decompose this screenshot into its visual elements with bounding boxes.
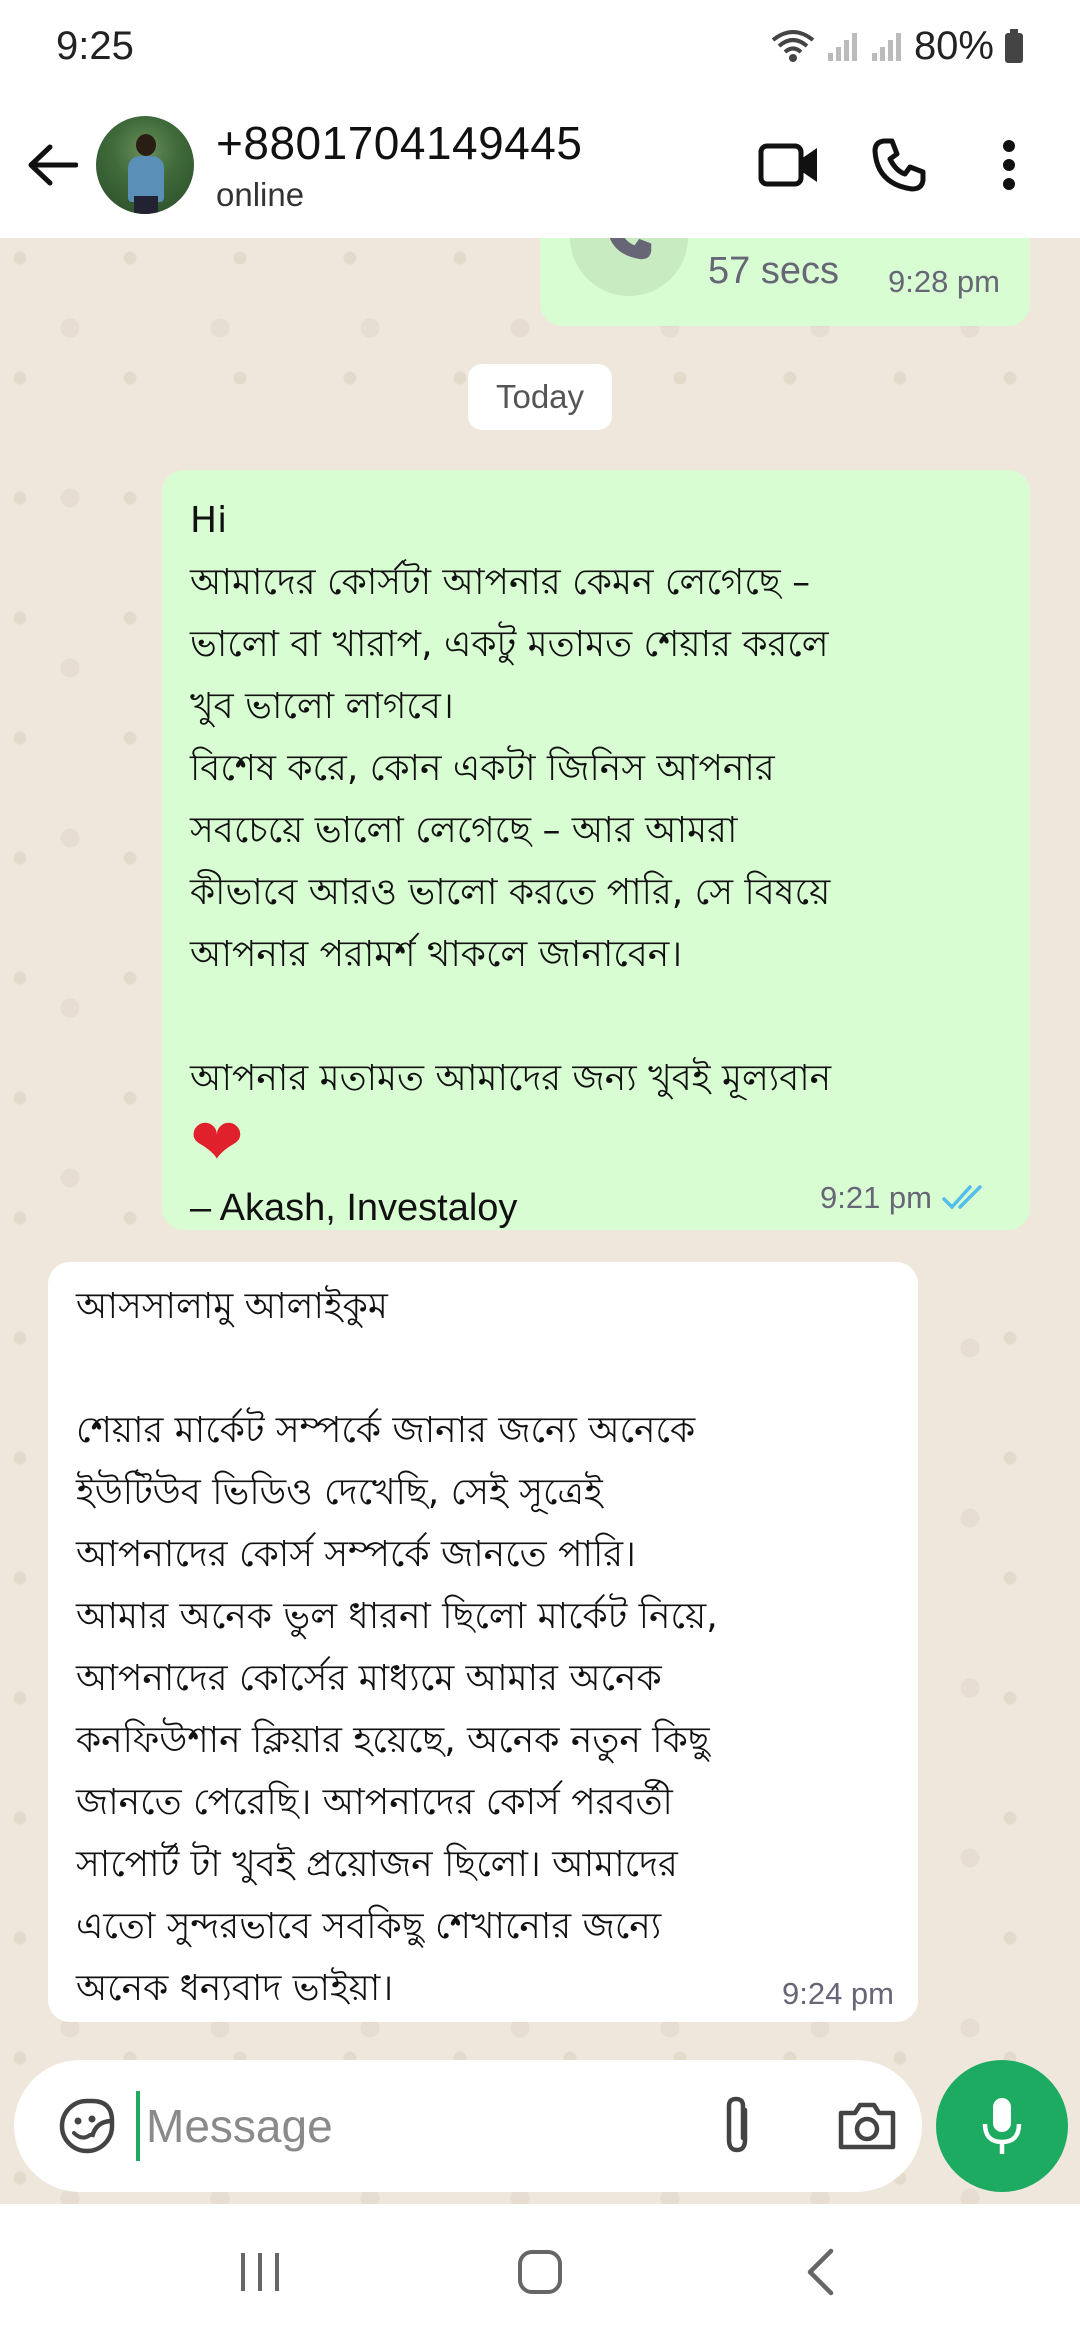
outgoing-message[interactable]: Hi আমাদের কোর্সটা আপনার কেমন লেগেছে – ভা… <box>162 470 1030 1230</box>
voice-call-icon <box>872 138 926 192</box>
call-time: 9:28 pm <box>887 264 1000 299</box>
battery-percent: 80% <box>913 23 994 68</box>
system-navigation-bar <box>0 2204 1080 2340</box>
recent-apps-icon <box>241 2253 279 2291</box>
voice-message-button[interactable] <box>936 2060 1068 2192</box>
voice-call-button[interactable] <box>844 115 954 215</box>
avatar[interactable] <box>96 116 194 214</box>
double-check-icon <box>942 1185 982 1210</box>
message-time: 9:24 pm <box>781 1976 894 2011</box>
date-separator: Today <box>468 364 612 430</box>
home-icon <box>518 2250 562 2294</box>
incoming-message[interactable]: আসসালামু আলাইকুম শেয়ার মার্কেট সম্পর্কে… <box>48 1262 918 2022</box>
camera-button[interactable] <box>822 2080 912 2170</box>
signal-icon <box>827 33 857 61</box>
message-input[interactable] <box>136 2091 656 2161</box>
chat-area[interactable]: 57 secs 9:28 pm Today Hi আমাদের কোর্সটা … <box>0 238 1080 2204</box>
video-call-icon <box>758 143 817 187</box>
call-log-icon <box>570 238 688 296</box>
status-bar: 9:25 80% <box>0 0 1080 92</box>
paperclip-icon <box>726 2096 748 2153</box>
message-text: আসসালামু আলাইকুম শেয়ার মার্কেট সম্পর্কে… <box>76 1286 718 2009</box>
status-time: 9:25 <box>56 23 134 68</box>
back-chevron-icon <box>807 2248 834 2296</box>
home-button[interactable] <box>480 2222 600 2322</box>
signal-icon <box>871 33 901 61</box>
more-options-icon <box>1003 140 1015 190</box>
message-meta: 9:24 pm <box>782 1976 894 2012</box>
header-actions <box>734 115 1064 215</box>
battery-icon <box>1005 29 1023 63</box>
heart-emoji: ❤ <box>190 1106 244 1180</box>
message-composer <box>0 2060 1080 2204</box>
back-button[interactable] <box>10 115 94 215</box>
status-icons: 80% <box>770 24 1024 69</box>
wifi-icon <box>771 30 815 62</box>
back-arrow-icon <box>28 144 78 186</box>
chat-header: +8801704149445 online <box>0 92 1080 238</box>
call-duration: 57 secs <box>708 250 839 292</box>
video-call-button[interactable] <box>734 115 844 215</box>
message-input-container <box>14 2060 922 2192</box>
message-time: 9:21 pm <box>819 1180 932 1215</box>
contact-name: +8801704149445 <box>216 117 583 169</box>
back-nav-button[interactable] <box>760 2222 880 2322</box>
more-options-button[interactable] <box>954 115 1064 215</box>
sticker-button[interactable] <box>42 2081 132 2171</box>
camera-icon <box>838 2102 896 2150</box>
contact-status: online <box>216 176 305 213</box>
recent-apps-button[interactable] <box>200 2222 320 2322</box>
attach-button[interactable] <box>692 2080 782 2170</box>
sticker-icon <box>59 2098 115 2154</box>
message-text: Hi আমাদের কোর্সটা আপনার কেমন লেগেছে – ভা… <box>190 500 832 1099</box>
microphone-icon <box>982 2098 1022 2154</box>
call-message[interactable]: 57 secs 9:28 pm <box>540 238 1030 326</box>
message-meta: 9:21 pm <box>820 1180 990 1216</box>
contact-info[interactable]: +8801704149445 online <box>216 116 582 214</box>
